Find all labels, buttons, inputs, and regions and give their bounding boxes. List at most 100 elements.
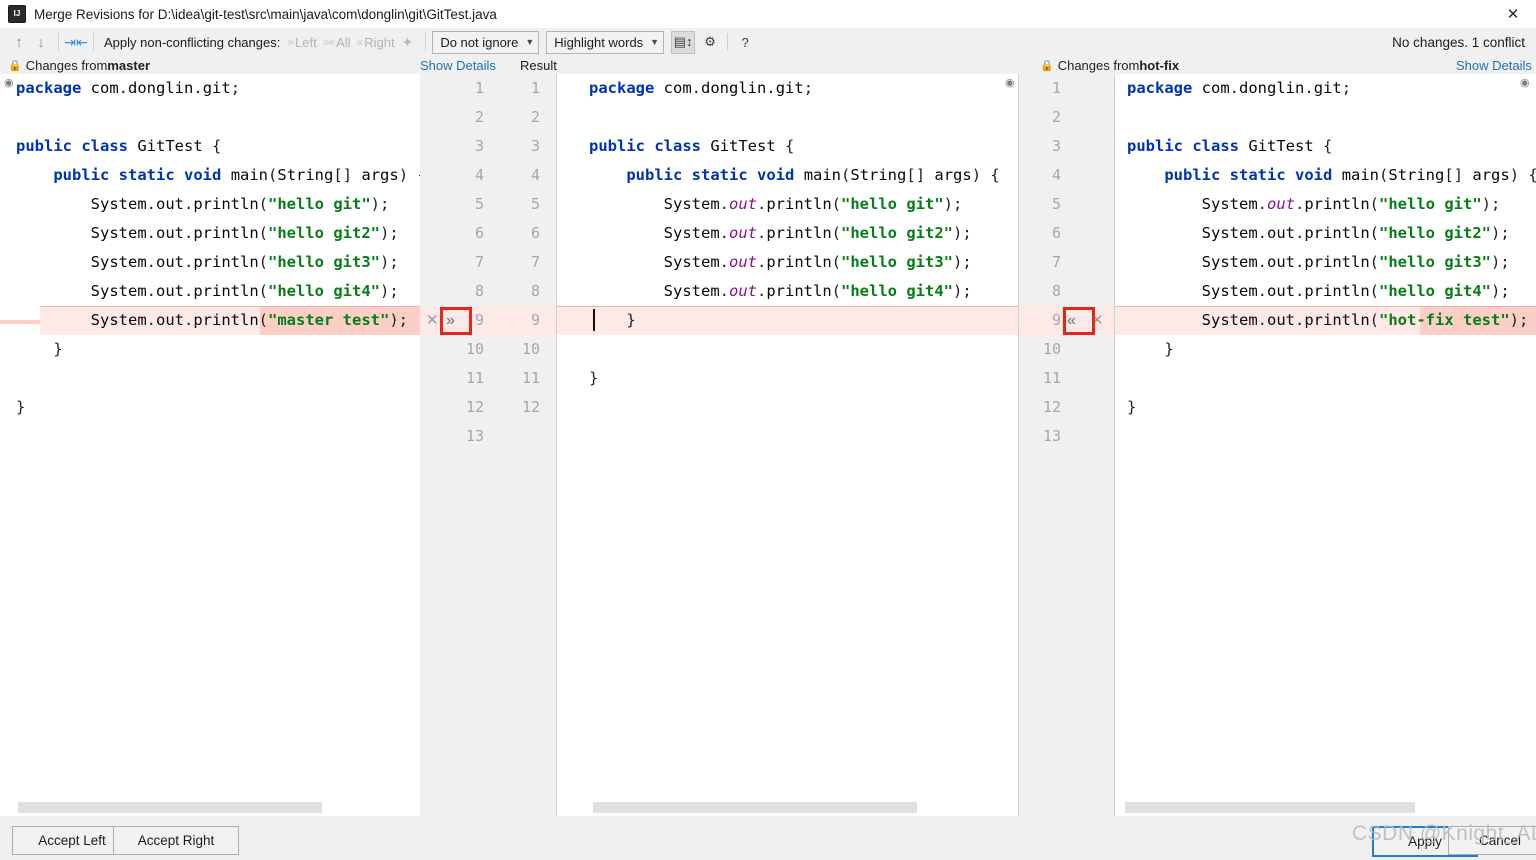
code-line: package com.donglin.git; (1127, 79, 1352, 97)
left-revert-x-icon[interactable]: ✕ (426, 306, 439, 335)
code-line: } (16, 340, 63, 358)
apply-left-button[interactable]: » Left (287, 35, 316, 50)
arrow-down-icon[interactable]: ↓ (30, 31, 52, 53)
pane-headers: 🔒 Changes from master Show Details Resul… (0, 56, 1536, 74)
line-number: 7 (530, 253, 540, 271)
line-number: 2 (474, 108, 484, 126)
line-number: 6 (474, 224, 484, 242)
code-line: System.out.println("master test"); (90, 311, 409, 329)
result-line-numbers-right: 1 2 3 4 5 6 7 8 9 10 11 12 (500, 74, 540, 422)
toolbar-divider-4 (727, 33, 729, 51)
code-line: System.out.println("hello git"); (1201, 195, 1501, 213)
result-line-numbers-left: 1 2 3 4 5 6 7 8 9 10 11 12 13 (440, 74, 484, 451)
code-line: } (589, 311, 636, 329)
apply-right-label: Right (364, 34, 395, 50)
center-hscrollbar[interactable] (593, 802, 917, 813)
text-caret (593, 309, 595, 331)
ignore-policy-dropdown[interactable]: Do not ignore ▼ (432, 30, 540, 54)
line-number: 1 (1051, 79, 1061, 97)
inspection-eye-icon[interactable]: ◉ (1005, 78, 1015, 89)
ignore-policy-value: Do not ignore (440, 34, 519, 50)
chevron-down-icon: ▼ (525, 37, 535, 47)
code-line: } (16, 398, 26, 416)
line-number: 4 (530, 166, 540, 184)
red-callout-left (440, 307, 472, 335)
code-line: public class GitTest { (16, 137, 222, 155)
line-number: 11 (1042, 369, 1061, 387)
line-number: 3 (530, 137, 540, 155)
code-line: public static void main(String[] args) { (626, 166, 1000, 184)
lock-icon: 🔒 (1040, 59, 1054, 72)
line-number: 1 (530, 79, 540, 97)
right-code-text: package com.donglin.git; public class Git… (1127, 74, 1536, 422)
line-number: 11 (465, 369, 484, 387)
left-editor-pane[interactable]: ◉ package com.donglin.git; public class G… (0, 74, 420, 816)
code-line: public class GitTest { (1127, 137, 1333, 155)
left-header-branch: master (107, 57, 150, 73)
line-number: 11 (521, 369, 540, 387)
intellij-idea-icon (8, 5, 26, 23)
gear-icon[interactable]: ⚙ (699, 32, 721, 53)
right-header-prefix: Changes from (1057, 57, 1140, 73)
chevron-right-icon: » (287, 35, 294, 49)
arrow-up-icon[interactable]: ↑ (8, 31, 30, 53)
line-number: 12 (1042, 398, 1061, 416)
code-line: System.out.println("hello git4"); (663, 282, 972, 300)
right-line-numbers: 1 2 3 4 5 6 7 8 9 10 11 12 13 (1019, 74, 1061, 451)
accept-right-button[interactable]: Accept Right (113, 826, 239, 855)
center-gutter: 1 2 3 4 5 6 7 8 9 10 11 12 13 1 2 3 4 5 6 7 8 9 10 11 12 ✕ » (420, 74, 557, 816)
code-line: System.out.println("hello git2"); (1201, 224, 1510, 242)
line-number: 7 (474, 253, 484, 271)
line-number: 13 (1042, 427, 1061, 445)
right-pane-header: 🔒 Changes from hot-fix (1040, 56, 1179, 74)
line-number: 12 (465, 398, 484, 416)
line-number: 5 (530, 195, 540, 213)
code-line: System.out.println("hello git2"); (663, 224, 972, 242)
footer-bar: Accept Left Accept Right Apply Cancel (0, 816, 1536, 860)
left-pane-header: 🔒 Changes from master (8, 56, 150, 74)
line-number: 4 (1051, 166, 1061, 184)
inspection-eye-icon[interactable]: ◉ (4, 78, 14, 89)
right-hscrollbar[interactable] (1125, 802, 1415, 813)
left-hscrollbar[interactable] (18, 802, 322, 813)
cancel-button[interactable]: Cancel (1448, 826, 1536, 855)
line-number: 3 (1051, 137, 1061, 155)
left-show-details-link[interactable]: Show Details (420, 56, 496, 74)
highlight-policy-dropdown[interactable]: Highlight words ▼ (546, 30, 665, 54)
code-line: public static void main(String[] args) { (53, 166, 420, 184)
right-editor-pane[interactable]: ◉ package com.donglin.git; public class G… (1115, 74, 1536, 816)
result-code-text: package com.donglin.git; public class Git… (589, 74, 1000, 393)
collapse-unchanged-icon[interactable]: ▤↕ (671, 30, 696, 54)
line-number: 9 (1051, 311, 1061, 329)
code-line: package com.donglin.git; (589, 79, 814, 97)
code-line: package com.donglin.git; (16, 79, 241, 97)
line-number: 6 (1051, 224, 1061, 242)
apply-all-button[interactable]: »« All (323, 35, 351, 50)
code-line: System.out.println("hello git3"); (90, 253, 399, 271)
red-callout-right (1063, 307, 1095, 335)
code-line: } (589, 369, 599, 387)
pane-divider-1 (556, 74, 557, 816)
line-number: 8 (474, 282, 484, 300)
merge-revisions-window: Merge Revisions for D:\idea\git-test\src… (0, 0, 1536, 860)
result-editor-pane[interactable]: ◉ package com.donglin.git; public class G… (557, 74, 1018, 816)
chevron-both-icon: »« (322, 35, 335, 49)
code-line: public static void main(String[] args) { (1164, 166, 1536, 184)
line-number: 13 (465, 427, 484, 445)
line-number: 2 (1051, 108, 1061, 126)
code-line: System.out.println("hello git"); (663, 195, 963, 213)
conflict-status: No changes. 1 conflict (1392, 34, 1525, 50)
apply-left-label: Left (295, 34, 317, 50)
apply-right-button[interactable]: « Right (357, 35, 395, 50)
close-icon[interactable]: ✕ (1490, 0, 1536, 28)
magic-wand-icon[interactable]: ✦ (402, 34, 414, 51)
apply-non-conflicting-icon[interactable]: ⇥⇤ (64, 31, 87, 53)
apply-non-conflicting-label: Apply non-conflicting changes: (104, 34, 281, 50)
code-line: public class GitTest { (589, 137, 795, 155)
question-mark-icon[interactable]: ? (734, 32, 756, 53)
code-line: System.out.println("hello git4"); (90, 282, 399, 300)
right-show-details-link[interactable]: Show Details (1456, 56, 1532, 74)
